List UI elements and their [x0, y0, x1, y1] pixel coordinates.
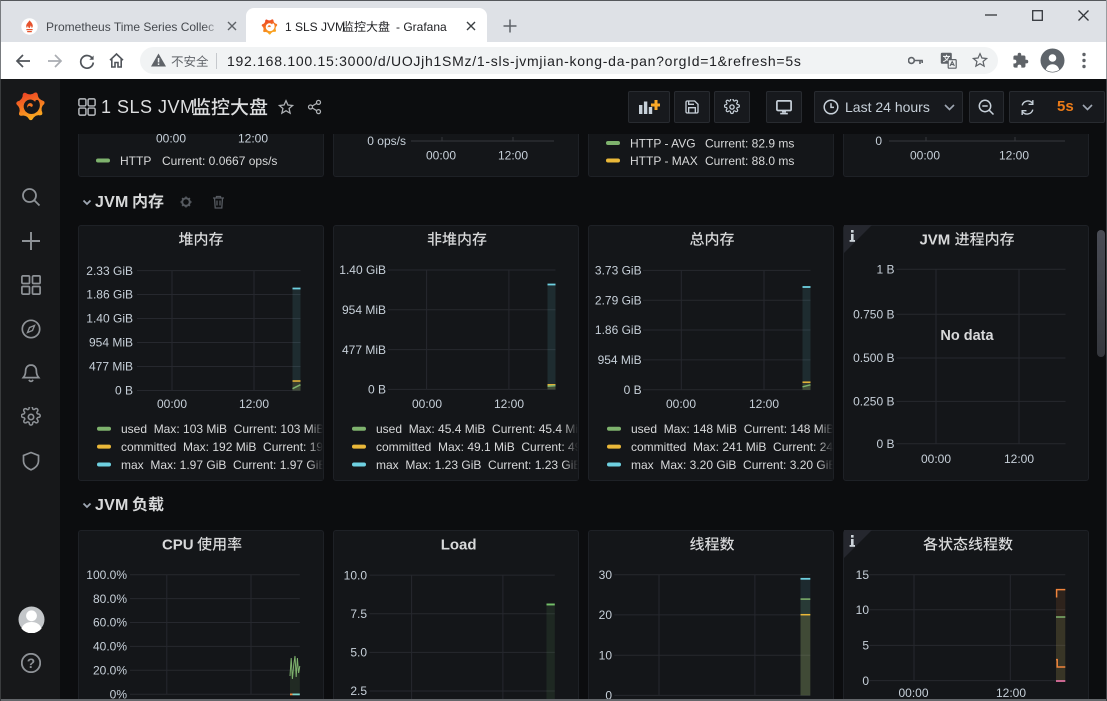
svg-text:477 MiB: 477 MiB — [342, 343, 386, 357]
svg-text:0 B: 0 B — [876, 437, 894, 451]
svg-text:No data: No data — [940, 328, 994, 344]
svg-text:0 ops/s: 0 ops/s — [367, 134, 406, 148]
svg-text:0.500 B: 0.500 B — [853, 351, 894, 365]
svg-text:used Max: 45.4 MiB Current:: used Max: 45.4 MiB Current: 45.4 MiB — [376, 422, 578, 436]
svg-text:80.0%: 80.0% — [93, 592, 127, 606]
svg-text:12:00: 12:00 — [1004, 452, 1034, 466]
svg-text:0: 0 — [875, 134, 882, 148]
svg-text:Current: 0.0667 ops/s: Current: 0.0667 ops/s — [162, 154, 277, 168]
svg-text:30: 30 — [599, 568, 613, 582]
svg-text:00:00: 00:00 — [156, 134, 186, 146]
svg-text:0.750 B: 0.750 B — [853, 307, 894, 321]
svg-text:Current: 82.9 ms: Current: 82.9 ms — [705, 137, 794, 151]
svg-text:00:00: 00:00 — [921, 452, 951, 466]
svg-text:00:00: 00:00 — [412, 397, 442, 411]
svg-text:used Max: 148 MiB Current: 1: used Max: 148 MiB Current: 148 MiB — [631, 422, 833, 436]
svg-text:max Max: 1.97 GiB Current: 1: max Max: 1.97 GiB Current: 1.97 GiB — [121, 458, 323, 472]
svg-text:40.0%: 40.0% — [93, 640, 127, 654]
svg-text:0 B: 0 B — [624, 383, 642, 397]
svg-text:00:00: 00:00 — [426, 149, 456, 163]
svg-text:12:00: 12:00 — [494, 397, 524, 411]
svg-text:2.33 GiB: 2.33 GiB — [86, 264, 133, 278]
svg-text:20: 20 — [599, 608, 613, 622]
svg-text:10: 10 — [599, 648, 613, 662]
svg-text:Load: Load — [441, 537, 477, 554]
svg-text:2.5: 2.5 — [350, 684, 367, 698]
svg-text:committed Max: 241 MiB Curre: committed Max: 241 MiB Current: 241 MiB — [631, 440, 833, 454]
svg-text:00:00: 00:00 — [157, 397, 187, 411]
svg-text:committed Max: 192 MiB Curre: committed Max: 192 MiB Current: 192 MiB — [121, 440, 323, 454]
svg-text:954 MiB: 954 MiB — [598, 353, 642, 367]
svg-text:0: 0 — [862, 674, 869, 688]
svg-text:used Max: 103 MiB Current: 1: used Max: 103 MiB Current: 103 MiB — [121, 422, 323, 436]
svg-text:20.0%: 20.0% — [93, 664, 127, 678]
svg-text:5.0: 5.0 — [350, 646, 367, 660]
svg-text:7.5: 7.5 — [350, 607, 367, 621]
svg-text:1.86 GiB: 1.86 GiB — [595, 323, 642, 337]
svg-text:1 B: 1 B — [876, 263, 894, 277]
svg-text:?: ? — [27, 656, 35, 671]
svg-text:12:00: 12:00 — [498, 149, 528, 163]
svg-text:max Max: 1.23 GiB Current: 1: max Max: 1.23 GiB Current: 1.23 GiB — [376, 458, 578, 472]
svg-text:477 MiB: 477 MiB — [89, 360, 133, 374]
svg-text:0 B: 0 B — [368, 383, 386, 397]
svg-text:0 B: 0 B — [115, 384, 133, 398]
svg-text:max Max: 3.20 GiB Current: 3: max Max: 3.20 GiB Current: 3.20 GiB — [631, 458, 833, 472]
svg-text:HTTP - MAX: HTTP - MAX — [630, 154, 698, 168]
svg-text:1.40 GiB: 1.40 GiB — [339, 263, 386, 277]
svg-text:5: 5 — [862, 639, 869, 653]
svg-text:committed Max: 49.1 MiB Curr: committed Max: 49.1 MiB Current: 49.1 Mi… — [376, 440, 578, 454]
svg-text:CPU: CPU — [162, 537, 194, 554]
svg-text:1.40 GiB: 1.40 GiB — [86, 312, 133, 326]
svg-text:12:00: 12:00 — [238, 134, 268, 146]
svg-text:60.0%: 60.0% — [93, 616, 127, 630]
svg-text:00:00: 00:00 — [910, 149, 940, 163]
svg-text:12:00: 12:00 — [239, 397, 269, 411]
svg-text:12:00: 12:00 — [999, 149, 1029, 163]
svg-text:954 MiB: 954 MiB — [342, 303, 386, 317]
svg-text:10: 10 — [856, 603, 870, 617]
svg-text:100.0%: 100.0% — [86, 568, 127, 582]
svg-text:3.73 GiB: 3.73 GiB — [595, 264, 642, 278]
svg-text:2.79 GiB: 2.79 GiB — [595, 293, 642, 307]
svg-text:0.250 B: 0.250 B — [853, 395, 894, 409]
svg-text:15: 15 — [856, 568, 870, 582]
svg-text:JVM: JVM — [95, 194, 129, 211]
svg-text:HTTP: HTTP — [120, 154, 151, 168]
svg-text:JVM: JVM — [919, 232, 950, 249]
svg-text:1.86 GiB: 1.86 GiB — [86, 288, 133, 302]
svg-text:00:00: 00:00 — [666, 397, 696, 411]
svg-text:954 MiB: 954 MiB — [89, 336, 133, 350]
svg-text:JVM: JVM — [95, 497, 129, 514]
svg-text:Current: 88.0 ms: Current: 88.0 ms — [705, 154, 794, 168]
svg-text:HTTP - AVG: HTTP - AVG — [630, 137, 696, 151]
svg-text:12:00: 12:00 — [749, 397, 779, 411]
svg-text:10.0: 10.0 — [344, 568, 368, 582]
